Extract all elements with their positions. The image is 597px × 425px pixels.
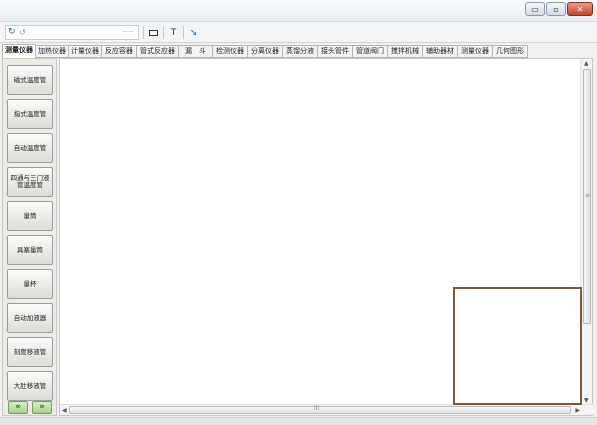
rectangle-icon[interactable]: [145, 25, 162, 40]
prev-icon[interactable]: «: [8, 401, 28, 414]
horizontal-scrollbar[interactable]: ◀ III ▶: [60, 404, 594, 415]
scroll-down-icon[interactable]: ▼: [584, 397, 589, 404]
instrument-button[interactable]: 指式温度管: [7, 99, 53, 129]
instrument-button[interactable]: 具塞量筒: [7, 235, 53, 265]
instrument-button[interactable]: 刻度移液管: [7, 337, 53, 367]
scroll-right-icon[interactable]: ▶: [575, 407, 580, 414]
scroll-up-icon[interactable]: ▲: [584, 60, 589, 67]
category-tabs: 测量仪器 加热仪器 计量仪器 反应容器 管式反应器 漏 斗 检测仪器 分离仪器 …: [2, 44, 597, 58]
tab-3[interactable]: 反应容器: [102, 45, 137, 58]
tab-13[interactable]: 测量仪器: [458, 45, 493, 58]
toolbar-separator: [163, 26, 164, 39]
tab-11[interactable]: 搅拌机械: [388, 45, 423, 58]
tab-6[interactable]: 检测仪器: [213, 45, 248, 58]
tab-0[interactable]: 测量仪器: [2, 44, 36, 58]
instrument-button[interactable]: 磁式温度管: [7, 65, 53, 95]
minimize-icon[interactable]: ▭: [525, 2, 545, 16]
tab-12[interactable]: 辅助器材: [423, 45, 458, 58]
next-icon[interactable]: »: [32, 401, 52, 414]
tab-10[interactable]: 管道阀门: [353, 45, 388, 58]
undo-icon[interactable]: ↺: [19, 27, 26, 38]
vertical-scroll-thumb[interactable]: ≡: [583, 69, 591, 324]
tab-8[interactable]: 蒸馏分液: [283, 45, 318, 58]
instrument-button[interactable]: 四通与三门液管温度管: [7, 167, 53, 197]
grip-icon: III: [314, 405, 320, 412]
status-bar: [0, 417, 597, 425]
tab-1[interactable]: 加热仪器: [36, 45, 69, 58]
drawing-canvas[interactable]: ▲ ≡ ▼ ◀ III ▶: [59, 58, 594, 416]
scroll-left-icon[interactable]: ◀: [62, 407, 67, 414]
toolbar-separator: [183, 26, 184, 39]
instrument-button[interactable]: 自动加液器: [7, 303, 53, 333]
instrument-button[interactable]: 大肚移液管: [7, 371, 53, 401]
text-icon[interactable]: T: [165, 25, 182, 40]
instrument-button[interactable]: 自动温度管: [7, 133, 53, 163]
maximize-icon[interactable]: ▫: [546, 2, 566, 16]
toolbar-separator: [143, 26, 144, 39]
tab-9[interactable]: 接头管件: [318, 45, 353, 58]
overview-minimap[interactable]: [453, 287, 582, 405]
instrument-button[interactable]: 量筒: [7, 201, 53, 231]
tab-14[interactable]: 几何图形: [493, 45, 528, 58]
close-icon[interactable]: ✕: [567, 2, 593, 16]
title-bar: ▭ ▫ ✕: [0, 0, 597, 22]
tab-4[interactable]: 管式反应器: [137, 45, 179, 58]
window-controls: ▭ ▫ ✕: [524, 2, 593, 16]
arrow-line-icon[interactable]: ↘: [185, 25, 202, 40]
grip-icon: ≡: [585, 192, 591, 199]
tool-combo[interactable]: ↻ ↺ ——: [5, 25, 139, 40]
instrument-button[interactable]: 量杯: [7, 269, 53, 299]
instrument-panel: 磁式温度管 指式温度管 自动温度管 四通与三门液管温度管 量筒 具塞量筒 量杯 …: [2, 58, 57, 416]
horizontal-scroll-thumb[interactable]: III: [69, 405, 571, 414]
combo-text: ——: [122, 28, 134, 35]
tab-7[interactable]: 分离仪器: [248, 45, 283, 58]
toolbar: ↻ ↺ —— T ↘: [0, 22, 597, 43]
tab-5[interactable]: 漏 斗: [179, 45, 213, 58]
tab-2[interactable]: 计量仪器: [69, 45, 102, 58]
